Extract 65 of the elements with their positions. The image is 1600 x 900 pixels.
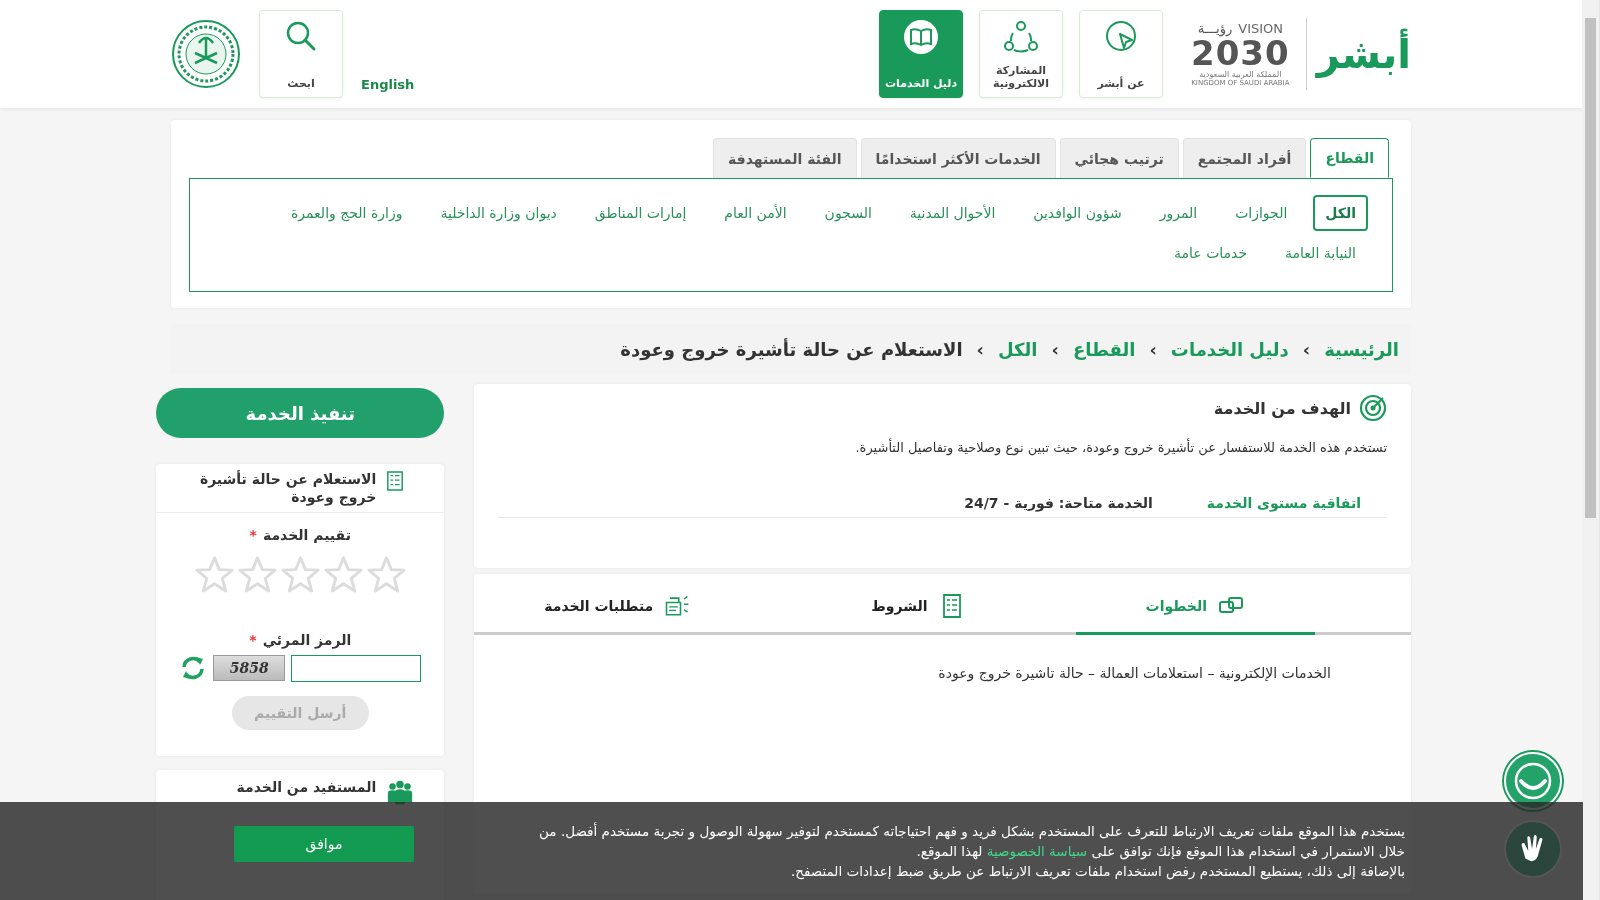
- captcha-input[interactable]: [291, 654, 422, 682]
- book-icon: [903, 19, 940, 55]
- privacy-policy-link[interactable]: سياسة الخصوصية: [986, 842, 1088, 859]
- cookie-notice-text: يستخدم هذا الموقع ملفات تعريف الارتباط للتعرف على المستخدم بشكل فريد و فهم احتياجاته كمستخدم لتوفير سهولة الوصول و تجربة مستخدم أفضل. من خلال الاستمرار في استخدام هذا الموقع فإنك توافق على سياسة الخصوصية لهذا الموقع.: [538, 821, 1405, 862]
- accept-cookies-button[interactable]: موافق: [234, 826, 414, 862]
- sector-chip[interactable]: إمارات المناطق: [582, 195, 699, 231]
- details-tab[interactable]: الخطوات: [1075, 574, 1315, 635]
- details-tab[interactable]: متطلبات الخدمة: [474, 574, 762, 635]
- captcha-image: 5858: [213, 655, 286, 682]
- steps-text: الخدمات الإلكترونية – استعلامات العمالة – حالة تاشيرة خروج وعودة: [937, 665, 1331, 681]
- details-tab[interactable]: الشروط: [801, 574, 1036, 635]
- category-tab[interactable]: أفراد المجتمع: [1182, 138, 1307, 178]
- goal-description: تستخدم هذه الخدمة للاستفسار عن تأشيرة خروج وعودة، حيث تبين نوع وصلاحية وتفاصيل التأشيرة.: [854, 440, 1387, 455]
- sector-chip[interactable]: الأمن العام: [712, 195, 799, 231]
- scrollbar[interactable]: [1582, 0, 1600, 900]
- sla-link[interactable]: اتفاقية مستوى الخدمة: [1206, 495, 1361, 511]
- nav-item[interactable]: دليل الخدمات: [879, 10, 964, 98]
- breadcrumb-separator: ›: [1302, 338, 1311, 360]
- category-tab[interactable]: القطاع: [1310, 138, 1389, 178]
- required-mark: *: [249, 527, 257, 544]
- category-tab[interactable]: الخدمات الأكثر استخدامًا: [860, 138, 1056, 178]
- target-icon: [1359, 394, 1387, 422]
- sector-chip[interactable]: وزارة الحج والعمرة: [278, 195, 415, 231]
- breadcrumb-link[interactable]: القطاع: [1072, 338, 1136, 360]
- breadcrumb-current: الاستعلام عن حالة تأشيرة خروج وعودة: [620, 338, 963, 360]
- chat-smile-icon: [1513, 761, 1553, 801]
- language-link[interactable]: English: [361, 77, 415, 92]
- breadcrumb-link[interactable]: الكل: [998, 338, 1038, 360]
- service-name: الاستعلام عن حالة تأشيرة خروج وعودة: [198, 470, 377, 507]
- sector-chip[interactable]: خدمات عامة: [1162, 235, 1260, 271]
- sector-chip[interactable]: الجوازات: [1223, 195, 1300, 231]
- rating-star[interactable]: [323, 555, 363, 595]
- rating-star[interactable]: [237, 555, 277, 595]
- breadcrumb-link[interactable]: دليل الخدمات: [1170, 338, 1289, 360]
- rating-label: تقييم الخدمة: [262, 527, 351, 544]
- availability-text: الخدمة متاحة: فورية - 24/7: [964, 495, 1153, 511]
- breadcrumb-separator: ›: [1051, 338, 1059, 360]
- category-tab[interactable]: الفئة المستهدفة: [713, 138, 857, 178]
- rating-star[interactable]: [194, 555, 234, 595]
- sector-chip[interactable]: شؤون الوافدين: [1021, 195, 1134, 231]
- brand-logo[interactable]: أبشر: [1305, 18, 1411, 90]
- form-icon: [386, 470, 405, 492]
- sector-chip[interactable]: النيابة العامة: [1273, 235, 1368, 271]
- category-tab[interactable]: ترتيب هجائي: [1059, 138, 1179, 178]
- goal-title: الهدف من الخدمة: [1213, 398, 1351, 418]
- breadcrumb-separator: ›: [1149, 338, 1157, 360]
- sector-chip[interactable]: المرور: [1147, 195, 1210, 231]
- breadcrumb-link[interactable]: الرئيسية: [1324, 338, 1399, 360]
- cookie-settings-text: بالإضافة إلى ذلك، يستطيع المستخدم رفض استخدام ملفات تعريف الارتباط عن طريق ضبط إعدادات المتصفح.: [789, 862, 1405, 882]
- captcha-label: الرمز المرئي: [262, 632, 352, 649]
- rating-star[interactable]: [280, 555, 320, 595]
- sector-chip[interactable]: السجون: [812, 195, 884, 231]
- emblem-logo: [171, 19, 241, 89]
- breadcrumb-separator: ›: [976, 338, 984, 360]
- sector-chip[interactable]: الكل: [1313, 195, 1368, 231]
- required-mark: *: [249, 632, 257, 649]
- nav-item[interactable]: عن أبشر: [1079, 10, 1164, 98]
- sector-chip[interactable]: ديوان وزارة الداخلية: [428, 195, 569, 231]
- beneficiary-title: المستفيد من الخدمة: [235, 778, 377, 797]
- rating-star[interactable]: [366, 555, 406, 595]
- network-icon: [1003, 19, 1040, 55]
- sector-chip[interactable]: الأحوال المدنية: [897, 195, 1008, 231]
- execute-service-button[interactable]: تنفيذ الخدمة: [156, 388, 445, 438]
- search-button[interactable]: ابحث: [259, 10, 343, 98]
- nav-item[interactable]: المشاركة الالكترونية: [979, 10, 1064, 98]
